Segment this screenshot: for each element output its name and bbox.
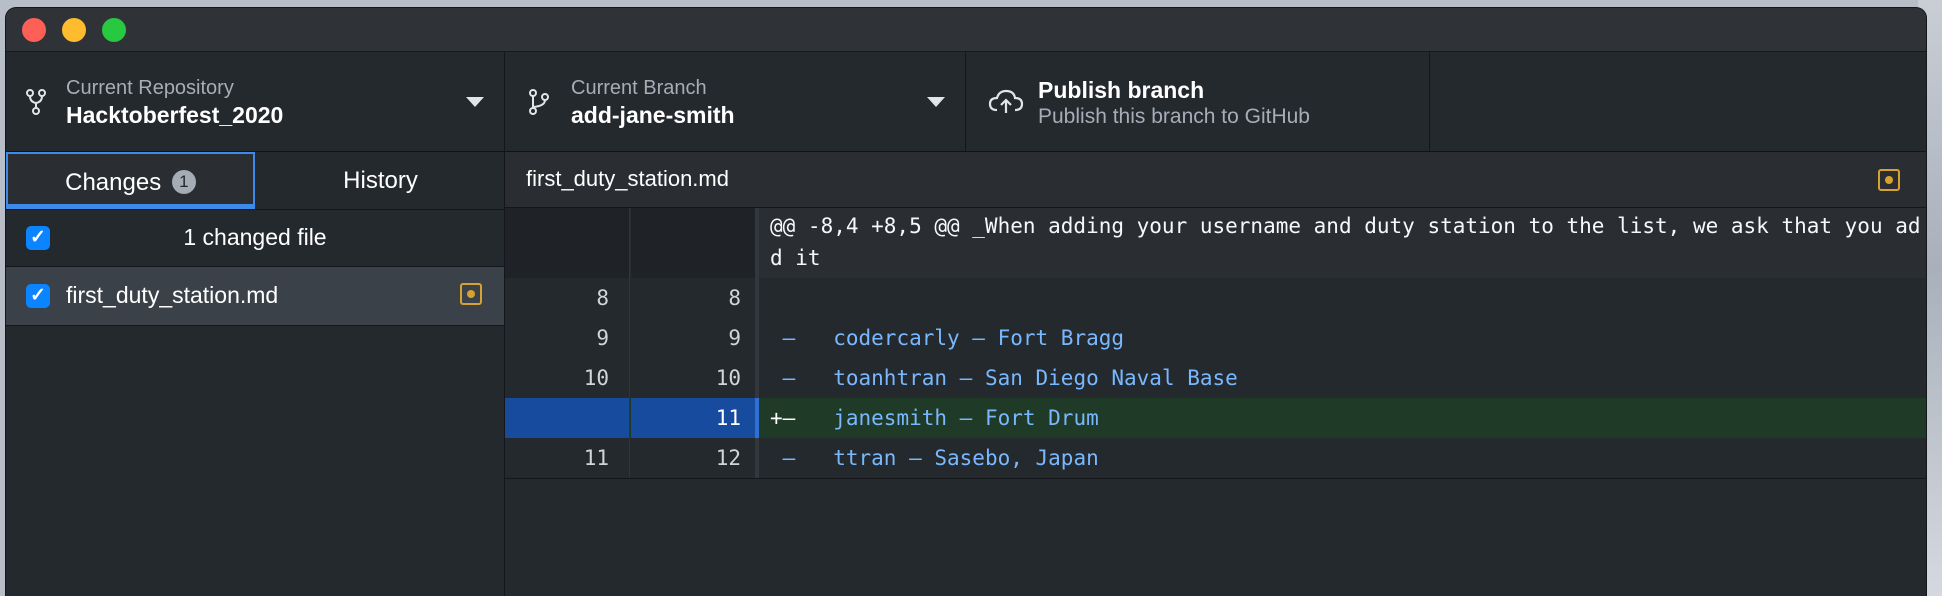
zoom-window-button[interactable] [102,18,126,42]
publish-branch-title: Publish branch [1038,77,1205,103]
diff-gutter [755,438,759,478]
diff-line-content: codercarly – Fort Bragg [795,326,1125,350]
tab-history-label: History [343,167,418,194]
added-diff-line[interactable]: 11 +– janesmith – Fort Drum [505,398,1926,438]
new-line-number [631,208,755,278]
chevron-down-icon [927,97,945,107]
repository-icon [26,89,46,115]
diff-line-text [760,278,1926,318]
old-line-number: 9 [505,318,630,358]
titlebar [6,8,1926,52]
diff-line[interactable]: 9 9 – codercarly – Fort Bragg [505,318,1926,358]
old-line-number [505,208,630,278]
diff-line[interactable]: 11 12 – ttran – Sasebo, Japan [505,438,1926,479]
hunk-header-text: @@ -8,4 +8,5 @@ _When adding your userna… [770,214,1921,270]
old-line-number [505,398,630,438]
hunk-header[interactable]: @@ -8,4 +8,5 @@ _When adding your userna… [505,208,1926,278]
list-item[interactable]: ✓ first_duty_station.md [6,267,504,326]
new-line-number: 11 [631,398,755,438]
new-line-number: 9 [728,326,741,350]
publish-branch-subtitle: Publish this branch to GitHub [1038,105,1310,128]
sidebar-tabs: Changes 1 History [6,152,504,210]
current-branch-button[interactable]: Current Branch add-jane-smith [505,52,966,151]
diff-line-prefix: – [770,446,796,470]
minimize-window-button[interactable] [62,18,86,42]
app-window: Current Repository Hacktoberfest_2020 Cu… [6,8,1926,596]
diff-body: @@ -8,4 +8,5 @@ _When adding your userna… [505,208,1926,594]
tab-history[interactable]: History [257,152,504,209]
diff-line-prefix: – [770,326,796,350]
diff-gutter [755,318,759,358]
file-name: first_duty_station.md [66,282,279,308]
diff-line-content: janesmith – Fort Drum [795,406,1099,430]
modified-icon [1878,169,1900,191]
branch-icon [529,89,549,115]
diff-line-text: – ttran – Sasebo, Japan [760,438,1926,478]
diff-file-title: first_duty_station.md [526,166,729,191]
changed-files-count: 1 changed file [183,224,327,250]
toolbar: Current Repository Hacktoberfest_2020 Cu… [6,52,1926,152]
repository-name: Hacktoberfest_2020 [66,102,284,128]
diff-line[interactable]: 10 10 – toanhtran – San Diego Naval Base [505,358,1926,398]
old-line-number: 11 [505,438,630,478]
diff-header: first_duty_station.md [505,152,1926,208]
tab-changes-label: Changes [65,169,162,196]
diff-line-prefix: +– [770,406,796,430]
changed-files-header: ✓ 1 changed file [6,210,504,267]
diff-gutter [755,278,759,318]
tab-changes[interactable]: Changes 1 [6,152,255,209]
diff-line-text: – toanhtran – San Diego Naval Base [760,358,1926,398]
repository-label: Current Repository [66,77,234,99]
branch-name: add-jane-smith [571,102,735,128]
diff-gutter [755,358,759,398]
modified-icon [460,283,482,305]
new-line-number: 10 [715,366,741,390]
diff-line-text: – codercarly – Fort Bragg [760,318,1926,358]
old-line-number: 10 [505,358,630,398]
branch-label: Current Branch [571,77,707,99]
chevron-down-icon [466,97,484,107]
diff-panel: first_duty_station.md @@ -8,4 +8,5 @@ _W… [505,152,1926,596]
diff-line[interactable]: 8 8 [505,278,1926,318]
cloud-upload-icon [988,89,1024,113]
changes-count-badge: 1 [171,169,196,194]
new-line-number: 8 [728,286,741,310]
file-checkbox[interactable]: ✓ [26,284,50,308]
diff-line-text: +– janesmith – Fort Drum [760,398,1926,438]
diff-line-prefix: – [770,366,796,390]
diff-line-content: ttran – Sasebo, Japan [795,446,1099,470]
close-window-button[interactable] [22,18,46,42]
new-line-number: 12 [715,446,741,470]
diff-gutter [755,398,759,438]
diff-line-content: toanhtran – San Diego Naval Base [795,366,1238,390]
old-line-number: 8 [505,278,630,318]
current-repository-button[interactable]: Current Repository Hacktoberfest_2020 [6,52,505,151]
sidebar: Changes 1 History ✓ 1 changed file ✓ fir… [6,152,505,596]
publish-branch-button[interactable]: Publish branch Publish this branch to Gi… [966,52,1430,151]
diff-gutter [755,208,759,278]
